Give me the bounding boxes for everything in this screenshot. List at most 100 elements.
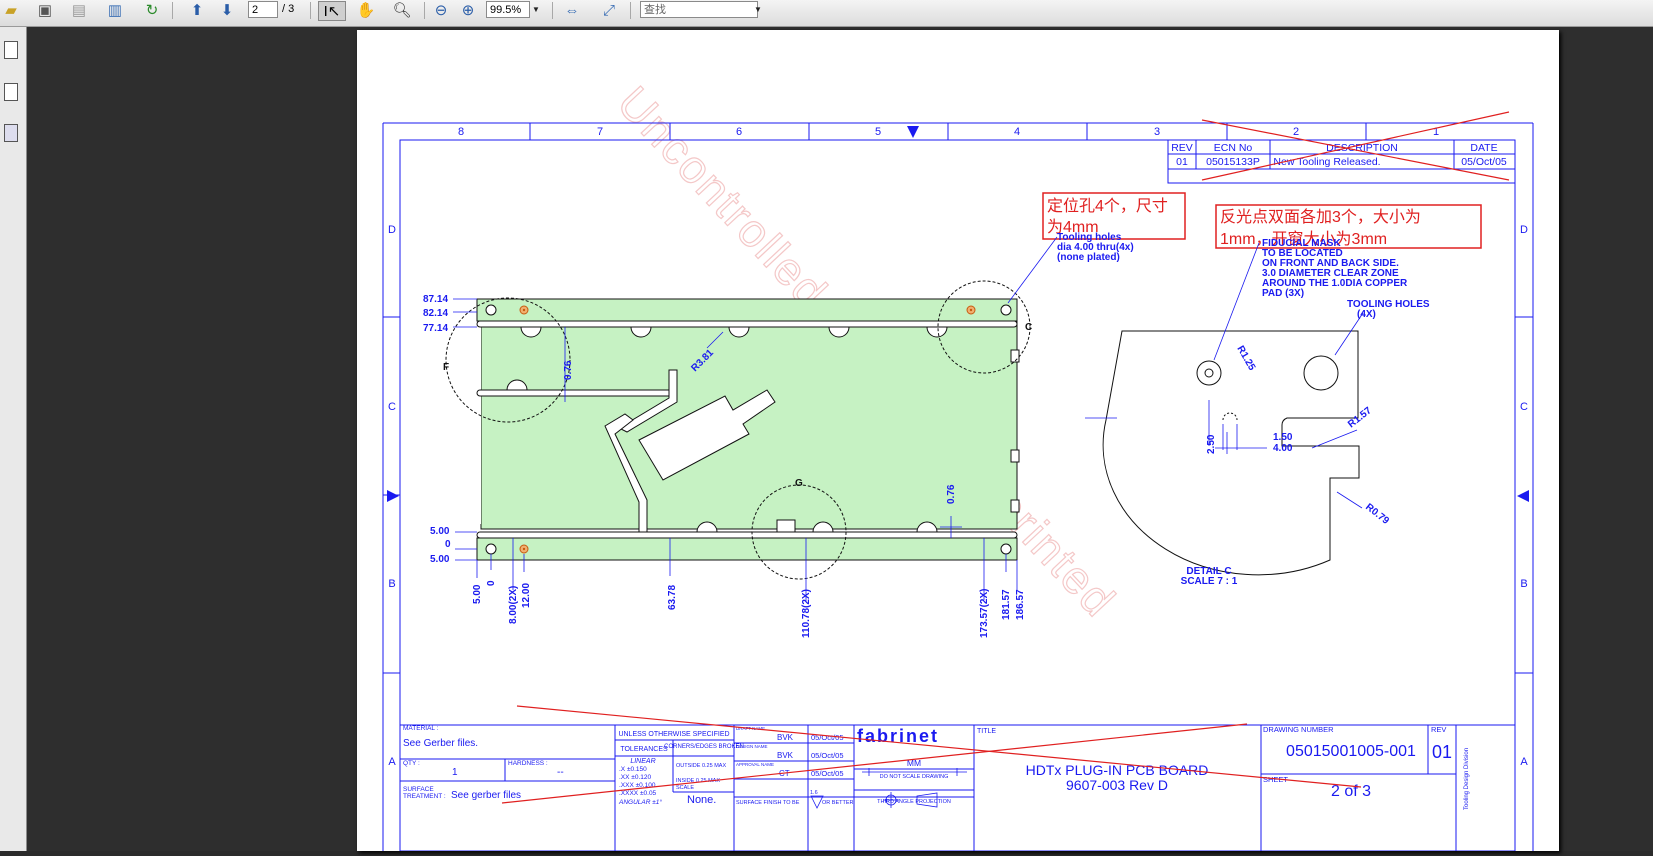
dim-left: 5.00	[430, 526, 450, 537]
bookmarks-panel-icon[interactable]	[4, 83, 18, 101]
fit-width-icon[interactable]: ⇔	[561, 0, 583, 20]
rev-label: REV	[1431, 725, 1446, 734]
or-better-label: OR BETTER	[822, 800, 854, 806]
tolerance-line: .XX ±0.120	[619, 774, 652, 781]
properties-icon[interactable]: ▥	[104, 0, 126, 20]
zone-letter: D	[1520, 224, 1528, 236]
find-input[interactable]: 查找	[640, 1, 758, 18]
hardness-value: --	[557, 767, 564, 778]
toolbar-separator	[552, 2, 553, 19]
detail-label-g: G	[795, 478, 803, 489]
zone-number: 5	[875, 126, 881, 138]
outside-label: OUTSIDE 0.25 MAX	[676, 763, 726, 769]
toolbar-separator	[630, 2, 631, 19]
dim-left: 87.14	[423, 294, 448, 305]
zone-letter: B	[1520, 578, 1527, 590]
detail-dim: R0.79	[1363, 502, 1391, 527]
fit-page-icon[interactable]: ⤢	[598, 0, 620, 20]
print-icon[interactable]: ▣	[34, 0, 56, 20]
qty-value: 1	[452, 767, 458, 778]
zoom-tool-icon[interactable]: 🔍︎	[391, 0, 413, 20]
zone-number: 8	[458, 126, 464, 138]
dim-bottom: 186.57	[1015, 589, 1026, 620]
dim-bottom: 12.00	[521, 583, 532, 608]
hardness-label: HARDNESS :	[508, 760, 548, 767]
dim-bottom: 173.57(2X)	[979, 589, 990, 638]
detail-dim: 2.50	[1206, 434, 1217, 454]
angular-label: ANGULAR ±1°	[618, 798, 662, 806]
dim-bottom: 8.00(2X)	[508, 586, 519, 624]
previous-page-icon[interactable]: ⬆	[186, 0, 208, 20]
toolbar-separator	[424, 2, 425, 19]
dim-bottom: 5.00	[472, 584, 483, 604]
tolerances-label: TOLERANCES	[620, 746, 668, 753]
dim-left: 0	[445, 539, 451, 550]
open-folder-icon[interactable]: ▰	[0, 0, 22, 20]
rev-number: 01	[1432, 742, 1452, 762]
zone-number: 6	[736, 126, 742, 138]
pdf-page: Uncontrolled copy when printed 8 7 6 5 4…	[357, 30, 1559, 852]
detail-dim: R1.57	[1346, 405, 1374, 430]
detail-dim: R1.25	[1234, 344, 1257, 373]
tolerance-line: .X ±0.150	[619, 766, 647, 773]
annotation-text-1a: 定位孔4个，尺寸	[1047, 197, 1168, 215]
dim-bottom: 63.78	[667, 585, 678, 610]
dim-inner: 0.76	[946, 484, 957, 504]
detail-c-drawing	[1102, 330, 1360, 576]
zoom-out-icon[interactable]: ⊖	[432, 0, 450, 20]
dim-left: 5.00	[430, 554, 450, 565]
zoom-in-icon[interactable]: ⊕	[459, 0, 477, 20]
dim-bottom: 110.78(2X)	[801, 589, 812, 638]
select-tool-icon[interactable]: I↖	[318, 1, 346, 21]
drawing-title-2: 9607-003 Rev D	[1066, 777, 1168, 793]
pcb-board	[445, 280, 1031, 580]
detail-label-c: C	[1025, 322, 1032, 333]
scale-value: None.	[687, 794, 716, 806]
dim-bottom: 0	[486, 580, 497, 586]
zone-letter: C	[388, 401, 396, 413]
surface-label: TREATMENT :	[403, 793, 446, 800]
zone-letter: B	[388, 578, 395, 590]
approval-role: APPROVAL NAME	[736, 762, 774, 767]
pages-panel-icon[interactable]	[4, 41, 18, 59]
tolerance-line: .XXXX ±0.05	[619, 790, 657, 797]
zone-letter: A	[388, 756, 396, 768]
title-label: TITLE	[977, 728, 996, 735]
detail-c-scale: SCALE 7 : 1	[1181, 576, 1238, 587]
material-label: MATERIAL :	[403, 725, 439, 732]
dim-left: 82.14	[423, 308, 448, 319]
toolbar: ▰ ▣ ▤ ▥ ↻ ⬆ ⬇ 2 / 3 I↖ ✋ 🔍︎ ⊖ ⊕ 99.5% ▼ …	[0, 0, 1653, 27]
hand-tool-icon[interactable]: ✋	[355, 0, 377, 20]
navigation-sidebar	[0, 27, 27, 851]
approval-date: 05/Oct/05	[811, 769, 844, 778]
draft-name: BVK	[777, 733, 794, 742]
zone-letter: D	[388, 224, 396, 236]
zone-number: 3	[1154, 126, 1160, 138]
surface-value: See gerber files	[451, 790, 521, 801]
detail-label-f: F	[443, 362, 449, 373]
design-role: DESIGN NAME	[736, 744, 768, 749]
find-dropdown-arrow[interactable]: ▼	[752, 1, 764, 18]
division-label: Tooling Design Division	[1464, 748, 1470, 810]
zone-number: 4	[1014, 126, 1020, 138]
ecn-value: 05015133P	[1206, 156, 1260, 168]
zoom-level-input[interactable]: 99.5%	[486, 1, 530, 18]
qty-label: QTY :	[403, 760, 420, 767]
toolbar-separator	[172, 2, 173, 19]
unless-text: UNLESS OTHERWISE SPECIFIED	[618, 731, 729, 738]
next-page-icon[interactable]: ⬇	[216, 0, 238, 20]
page-number-input[interactable]: 2	[248, 1, 278, 18]
tooling-holes-detail-note: (4X)	[1357, 309, 1376, 320]
tooling-note: (none plated)	[1057, 252, 1120, 263]
page-total-label: / 3	[282, 3, 295, 15]
save-icon[interactable]: ▤	[68, 0, 90, 20]
toolbar-separator	[310, 2, 311, 19]
material-value: See Gerber files.	[403, 738, 478, 749]
signatures-panel-icon[interactable]	[4, 124, 18, 142]
detail-dim: 4.00	[1273, 443, 1293, 454]
zoom-dropdown-arrow[interactable]: ▼	[530, 1, 542, 18]
detail-dim: 1.50	[1273, 432, 1293, 443]
description-value: New Tooling Released.	[1273, 156, 1380, 168]
refresh-icon[interactable]: ↻	[141, 0, 163, 20]
zone-number: 2	[1293, 126, 1299, 138]
